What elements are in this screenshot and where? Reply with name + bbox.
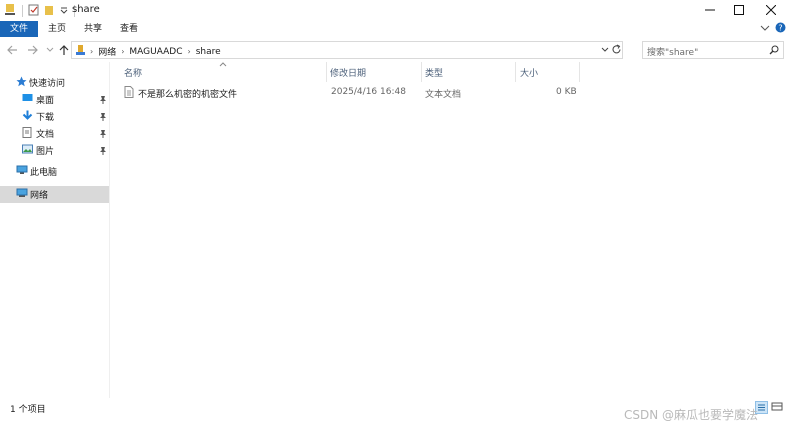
refresh-icon[interactable] xyxy=(611,44,622,58)
file-row[interactable]: 不是那么机密的机密文件 2025/4/16 16:48 文本文档 0 KB xyxy=(119,84,579,101)
large-icons-view-icon[interactable] xyxy=(771,401,784,414)
breadcrumb-chevron-icon[interactable]: › xyxy=(188,47,191,56)
folder-icon[interactable] xyxy=(4,3,16,19)
watermark-text: CSDN @麻瓜也要学魔法 xyxy=(624,408,759,422)
customize-dropdown-icon[interactable] xyxy=(60,5,68,18)
column-header-name[interactable]: 名称 xyxy=(124,62,142,82)
pane-divider[interactable] xyxy=(109,62,110,398)
pin-icon[interactable] xyxy=(99,95,107,107)
column-divider[interactable] xyxy=(326,62,327,82)
file-modified: 2025/4/16 16:48 xyxy=(331,87,406,97)
tab-file[interactable]: 文件 xyxy=(0,21,38,37)
column-divider[interactable] xyxy=(421,62,422,82)
recent-locations-dropdown[interactable] xyxy=(44,44,56,56)
quick-access-toolbar xyxy=(4,3,75,19)
column-header-type[interactable]: 类型 xyxy=(425,62,443,82)
file-name: 不是那么机密的机密文件 xyxy=(138,90,238,100)
ribbon-tabs: 文件 主页 共享 查看 ? xyxy=(0,20,789,38)
address-dropdown-icon[interactable] xyxy=(601,46,609,56)
star-icon xyxy=(16,76,27,90)
computer-icon xyxy=(16,165,28,178)
column-divider[interactable] xyxy=(515,62,516,82)
breadcrumb-chevron-icon[interactable]: › xyxy=(121,47,124,56)
properties-icon[interactable] xyxy=(28,4,39,19)
breadcrumb-server[interactable]: MAGUAADC xyxy=(129,47,182,57)
sidebar-item-quick-access[interactable]: 快速访问 xyxy=(0,74,109,91)
svg-text:?: ? xyxy=(778,24,782,33)
navigation-bar: › 网络 › MAGUAADC › share 搜索"share" xyxy=(0,38,789,62)
pin-icon[interactable] xyxy=(99,146,107,158)
network-location-icon xyxy=(75,44,86,59)
column-header-modified[interactable]: 修改日期 xyxy=(330,62,366,82)
column-header-size[interactable]: 大小 xyxy=(520,62,538,82)
sidebar-item-pictures[interactable]: 图片 xyxy=(0,142,109,159)
sidebar-item-label: 桌面 xyxy=(36,96,55,106)
column-divider[interactable] xyxy=(579,62,580,82)
sidebar-item-this-pc[interactable]: 此电脑 xyxy=(0,163,109,180)
up-button[interactable] xyxy=(58,44,70,56)
pictures-icon xyxy=(22,144,33,157)
file-size: 0 KB xyxy=(556,87,577,97)
sidebar-item-downloads[interactable]: 下载 xyxy=(0,108,109,125)
new-folder-icon[interactable] xyxy=(44,4,55,19)
breadcrumb-chevron-icon[interactable]: › xyxy=(90,47,93,56)
documents-icon xyxy=(22,126,32,141)
item-count: 1 个项目 xyxy=(10,405,46,415)
search-input[interactable]: 搜索"share" xyxy=(642,41,784,59)
help-icon[interactable]: ? xyxy=(775,22,786,36)
window-title: share xyxy=(72,4,100,15)
pin-icon[interactable] xyxy=(99,129,107,141)
title-bar: share xyxy=(0,0,789,20)
minimize-button[interactable] xyxy=(695,0,725,20)
forward-button[interactable] xyxy=(26,44,38,56)
text-file-icon xyxy=(124,86,134,101)
file-type: 文本文档 xyxy=(425,90,462,100)
breadcrumb-share[interactable]: share xyxy=(196,47,221,57)
sidebar-item-documents[interactable]: 文档 xyxy=(0,125,109,142)
expand-ribbon-icon[interactable] xyxy=(760,24,770,35)
navigation-pane: 快速访问 桌面 下载 文档 图片 此电脑 网络 xyxy=(0,62,109,398)
sidebar-item-label: 图片 xyxy=(36,147,55,157)
tab-home[interactable]: 主页 xyxy=(40,21,74,37)
search-icon[interactable] xyxy=(769,45,779,58)
sidebar-item-label: 此电脑 xyxy=(30,168,58,178)
desktop-icon xyxy=(22,93,33,106)
maximize-button[interactable] xyxy=(724,0,754,20)
sidebar-item-label: 快速访问 xyxy=(29,79,66,89)
sidebar-item-label: 下载 xyxy=(36,113,55,123)
back-button[interactable] xyxy=(6,44,18,56)
close-button[interactable] xyxy=(756,0,786,20)
sidebar-item-label: 文档 xyxy=(36,130,55,140)
download-icon xyxy=(22,110,33,124)
tab-view[interactable]: 查看 xyxy=(112,21,146,37)
network-icon xyxy=(16,188,28,201)
breadcrumb-network[interactable]: 网络 xyxy=(98,45,116,58)
search-placeholder: 搜索"share" xyxy=(647,48,699,58)
sidebar-item-network[interactable]: 网络 xyxy=(0,186,109,203)
sort-ascending-icon xyxy=(219,60,227,70)
tab-share[interactable]: 共享 xyxy=(76,21,110,37)
address-bar[interactable]: › 网络 › MAGUAADC › share xyxy=(71,41,623,59)
pin-icon[interactable] xyxy=(99,112,107,124)
sidebar-item-label: 网络 xyxy=(30,191,49,201)
sidebar-item-desktop[interactable]: 桌面 xyxy=(0,91,109,108)
